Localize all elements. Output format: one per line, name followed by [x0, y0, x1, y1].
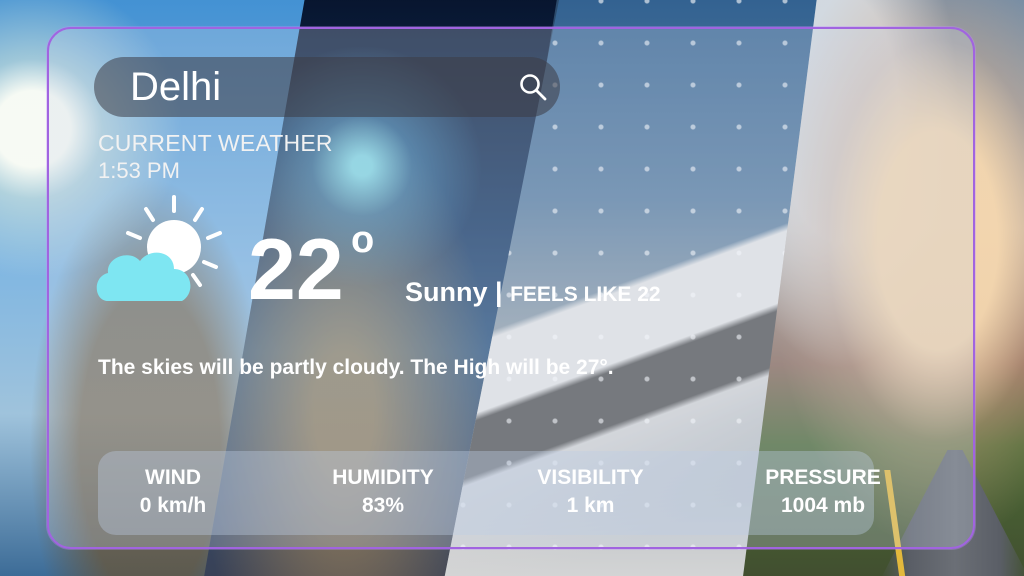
search-input[interactable]: Delhi: [130, 65, 221, 109]
stat-value: 83%: [361, 494, 405, 517]
stat-label: HUMIDITY: [332, 466, 434, 489]
stat-label: WIND: [145, 466, 201, 489]
stat-value: 1004 mb: [780, 494, 866, 517]
condition-separator: |: [487, 277, 511, 307]
stat-label: VISIBILITY: [537, 466, 644, 489]
stat-wind: WIND 0 km/h: [118, 465, 228, 521]
stat-value: 1 km: [566, 494, 615, 517]
search-icon[interactable]: [518, 72, 548, 102]
current-weather-label: CURRENT WEATHER: [98, 130, 333, 156]
current-time: 1:53 PM: [98, 158, 180, 183]
condition-text: Sunny: [405, 277, 488, 307]
city-search-bar[interactable]: Delhi: [94, 57, 560, 117]
weather-card: Delhi CURRENT WEATHER 1:53 PM 22 o Sunny…: [47, 27, 975, 549]
degree-symbol: o: [351, 219, 375, 261]
stat-value: 0 km/h: [139, 494, 207, 517]
stat-visibility: VISIBILITY 1 km: [518, 465, 663, 521]
stat-humidity: HUMIDITY 83%: [313, 465, 453, 521]
forecast-summary: The skies will be partly cloudy. The Hig…: [98, 356, 614, 379]
partly-cloudy-icon: [96, 195, 222, 301]
temperature-value: 22: [248, 222, 344, 318]
stat-label: PRESSURE: [765, 466, 881, 489]
feels-like-text: FEELS LIKE 22: [510, 283, 661, 306]
stats-bar: WIND 0 km/h HUMIDITY 83% VISIBILITY 1 km…: [98, 451, 881, 535]
stat-pressure: PRESSURE 1004 mb: [738, 465, 908, 521]
condition-line: Sunny | FEELS LIKE 22: [405, 276, 661, 311]
